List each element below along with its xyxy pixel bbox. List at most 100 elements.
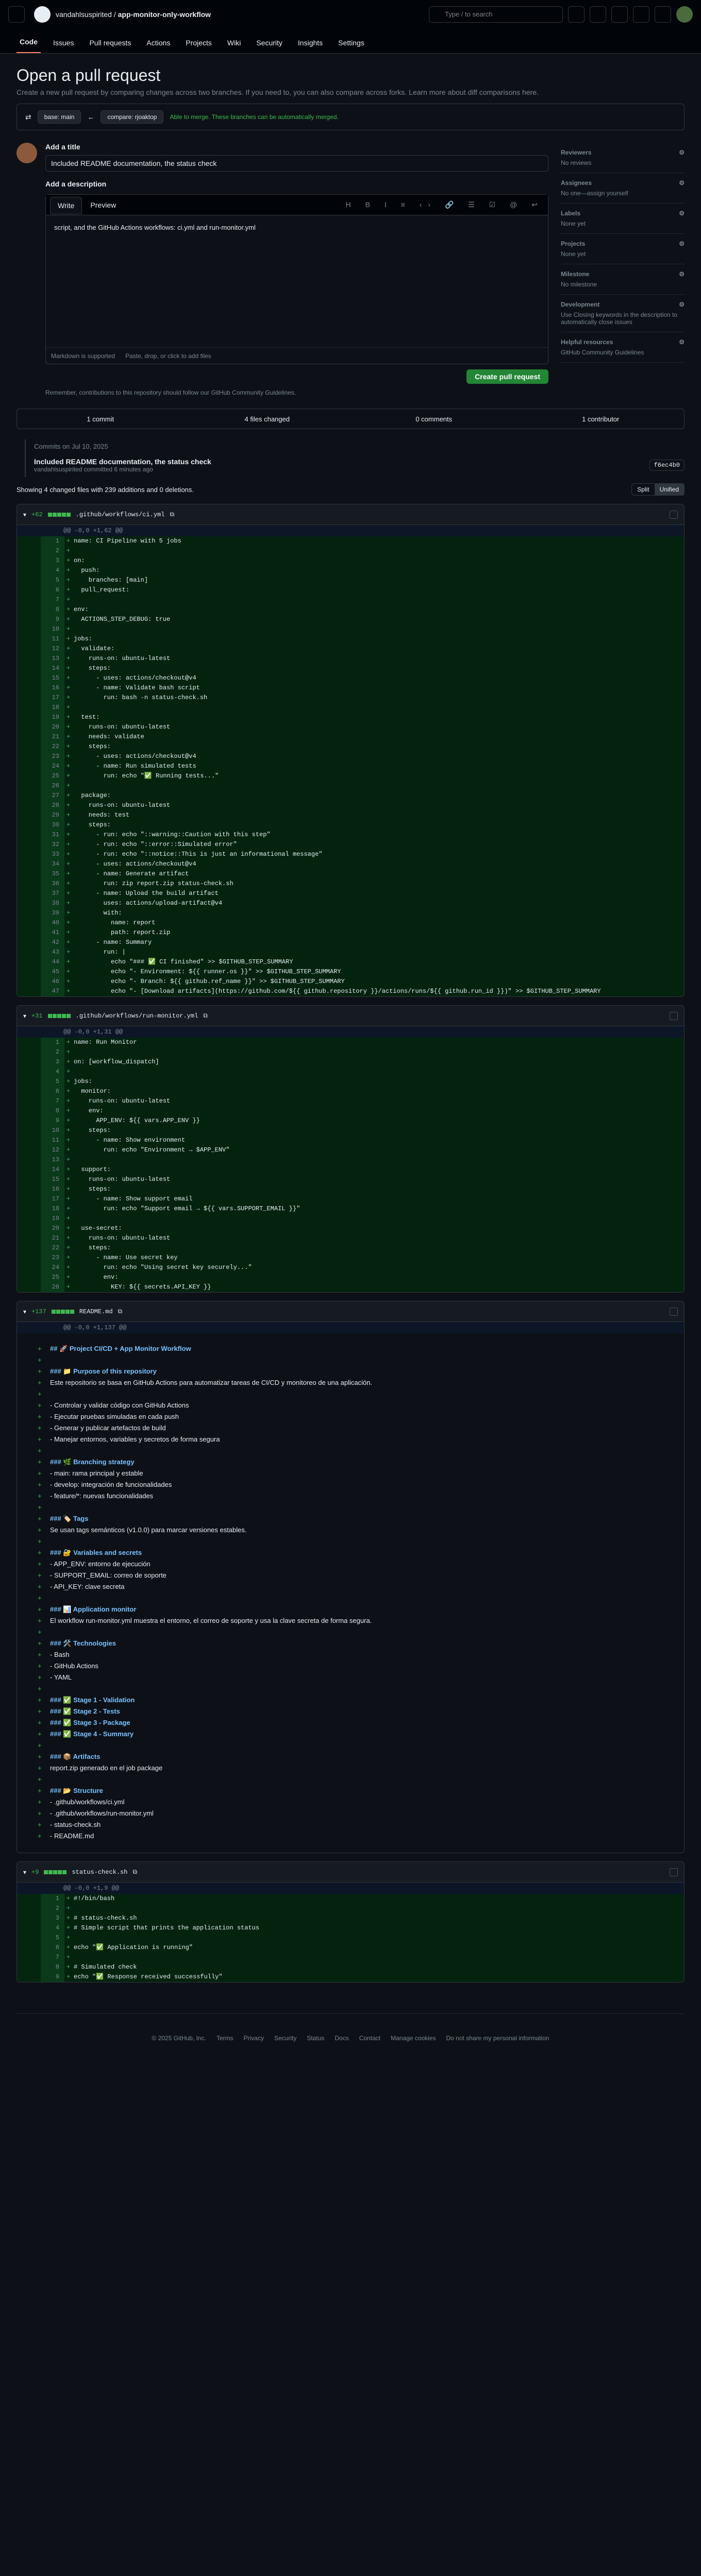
line-number-old[interactable] [17, 693, 41, 703]
line-number-new[interactable]: 10 [41, 1126, 64, 1136]
line-number-old[interactable] [17, 1096, 41, 1106]
view-unified[interactable]: Unified [654, 484, 684, 495]
line-number-old[interactable] [17, 752, 41, 761]
line-number-new[interactable]: 11 [41, 1136, 64, 1145]
line-number-new[interactable]: 26 [41, 1282, 64, 1292]
line-number-old[interactable] [17, 869, 41, 879]
line-number-new[interactable]: 37 [41, 889, 64, 899]
line-number-new[interactable]: 9 [41, 615, 64, 624]
line-number-new[interactable]: 22 [41, 1243, 64, 1253]
file-name[interactable]: status-check.sh [72, 1869, 127, 1876]
line-number-new[interactable]: 5 [41, 575, 64, 585]
line-number-old[interactable] [17, 1894, 41, 1904]
line-number-new[interactable]: 5 [41, 1077, 64, 1087]
line-number-new[interactable]: 45 [41, 967, 64, 977]
line-number-old[interactable] [17, 556, 41, 566]
line-number-new[interactable]: 9 [41, 1972, 64, 1982]
pr-icon[interactable] [633, 6, 649, 23]
line-number-old[interactable] [17, 1165, 41, 1175]
tab-actions[interactable]: Actions [143, 39, 173, 53]
kebab-icon[interactable] [670, 1011, 678, 1020]
line-number-new[interactable]: 24 [41, 761, 64, 771]
line-number-old[interactable] [17, 781, 41, 791]
line-number-old[interactable] [17, 1214, 41, 1224]
line-number-old[interactable] [17, 615, 41, 624]
line-number-old[interactable] [17, 1087, 41, 1096]
line-number-new[interactable]: 21 [41, 732, 64, 742]
diff-view-toggle[interactable]: Split Unified [631, 483, 685, 496]
description-textarea[interactable]: script, and the GitHub Actions workflows… [50, 219, 544, 343]
line-number-old[interactable] [17, 1243, 41, 1253]
line-number-old[interactable] [17, 957, 41, 967]
line-number-new[interactable]: 16 [41, 1184, 64, 1194]
line-number-new[interactable]: 3 [41, 1057, 64, 1067]
line-number-new[interactable]: 23 [41, 1253, 64, 1263]
line-number-old[interactable] [17, 1933, 41, 1943]
line-number-old[interactable] [17, 908, 41, 918]
file-name[interactable]: README.md [79, 1308, 113, 1315]
line-number-new[interactable]: 9 [41, 1116, 64, 1126]
menu-icon[interactable] [8, 6, 25, 23]
line-number-old[interactable] [17, 1972, 41, 1982]
line-number-old[interactable] [17, 566, 41, 575]
line-number-old[interactable] [17, 1923, 41, 1933]
line-number-old[interactable] [17, 644, 41, 654]
line-number-old[interactable] [17, 918, 41, 928]
line-number-old[interactable] [17, 1282, 41, 1292]
file-name[interactable]: .github/workflows/ci.yml [76, 511, 165, 518]
issues-icon[interactable] [611, 6, 628, 23]
head-branch-select[interactable]: compare: rjoaktop [101, 110, 164, 124]
line-number-new[interactable]: 36 [41, 879, 64, 889]
line-number-new[interactable]: 15 [41, 673, 64, 683]
line-number-new[interactable]: 6 [41, 1943, 64, 1953]
line-number-new[interactable]: 20 [41, 722, 64, 732]
plus-icon[interactable] [590, 6, 606, 23]
line-number-old[interactable] [17, 840, 41, 850]
sidebar-heading[interactable]: Assignees ⚙ [561, 179, 685, 187]
copy-icon[interactable]: ⧉ [132, 1868, 137, 1876]
line-number-new[interactable]: 28 [41, 801, 64, 810]
line-number-old[interactable] [17, 742, 41, 752]
line-number-old[interactable] [17, 1126, 41, 1136]
kebab-icon[interactable] [670, 510, 678, 519]
line-number-new[interactable]: 21 [41, 1233, 64, 1243]
line-number-old[interactable] [17, 624, 41, 634]
line-number-old[interactable] [17, 546, 41, 556]
tab-issues[interactable]: Issues [50, 39, 77, 53]
line-number-new[interactable]: 14 [41, 1165, 64, 1175]
commit-message[interactable]: Included README documentation, the statu… [34, 457, 211, 466]
line-number-new[interactable]: 35 [41, 869, 64, 879]
line-number-new[interactable]: 38 [41, 899, 64, 908]
line-number-new[interactable]: 14 [41, 664, 64, 673]
line-number-old[interactable] [17, 928, 41, 938]
gear-icon[interactable]: ⚙ [679, 210, 685, 217]
line-number-new[interactable]: 19 [41, 713, 64, 722]
line-number-new[interactable]: 13 [41, 654, 64, 664]
github-logo[interactable] [34, 6, 51, 23]
line-number-new[interactable]: 25 [41, 1273, 64, 1282]
line-number-old[interactable] [17, 1273, 41, 1282]
chevron-down-icon[interactable]: ▾ [23, 1012, 26, 1020]
line-number-new[interactable]: 43 [41, 947, 64, 957]
kebab-icon[interactable] [670, 1307, 678, 1316]
tab-pull-requests[interactable]: Pull requests [86, 39, 134, 53]
toolbar-icons[interactable]: H B I ≡ ‹› 🔗 ☰ ☑ @ ↩ [346, 200, 544, 209]
stat-item[interactable]: 4 files changed [184, 415, 351, 423]
line-number-old[interactable] [17, 713, 41, 722]
line-number-new[interactable]: 15 [41, 1175, 64, 1184]
line-number-new[interactable]: 12 [41, 1145, 64, 1155]
copy-icon[interactable]: ⧉ [203, 1012, 208, 1020]
line-number-new[interactable]: 18 [41, 703, 64, 713]
line-number-old[interactable] [17, 938, 41, 947]
sidebar-heading[interactable]: Helpful resources ⚙ [561, 338, 685, 346]
inbox-icon[interactable] [655, 6, 671, 23]
line-number-old[interactable] [17, 1136, 41, 1145]
base-branch-select[interactable]: base: main [37, 110, 81, 124]
line-number-new[interactable]: 25 [41, 771, 64, 781]
tab-wiki[interactable]: Wiki [224, 39, 244, 53]
file-name[interactable]: .github/workflows/run-monitor.yml [76, 1012, 198, 1020]
line-number-old[interactable] [17, 1116, 41, 1126]
line-number-new[interactable]: 12 [41, 644, 64, 654]
line-number-new[interactable]: 1 [41, 1894, 64, 1904]
line-number-old[interactable] [17, 1962, 41, 1972]
